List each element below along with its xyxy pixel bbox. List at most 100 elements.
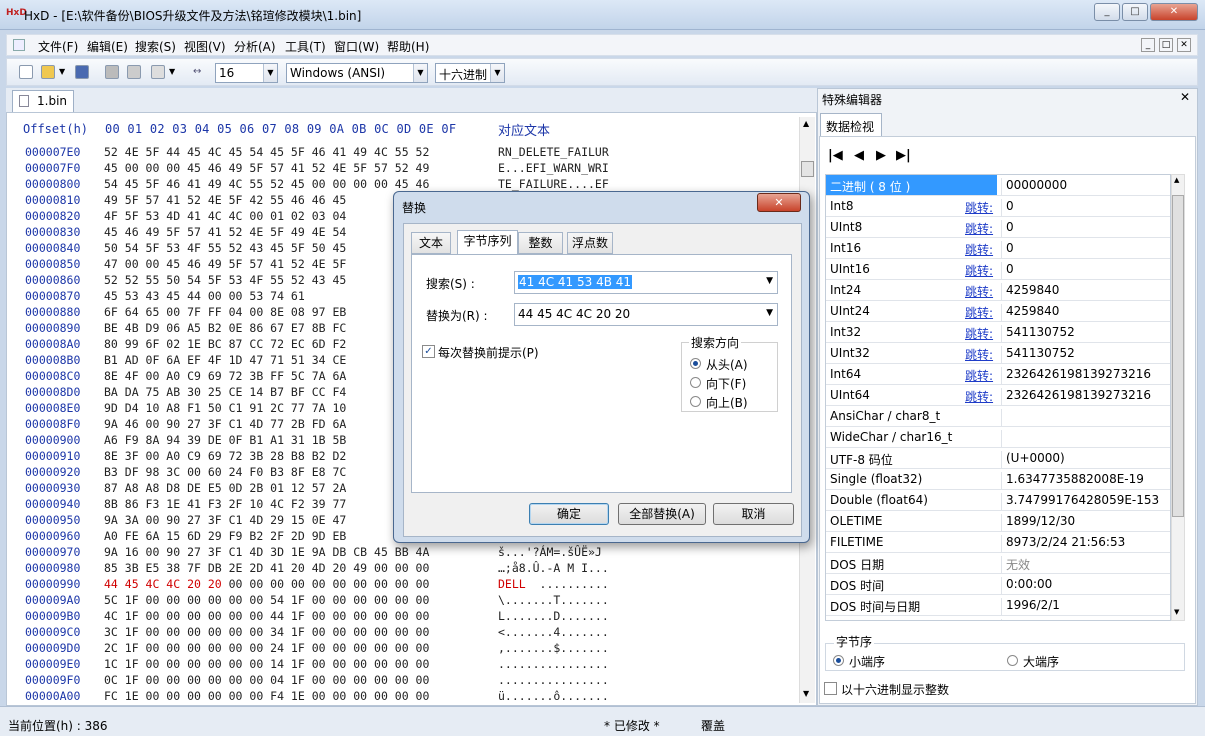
row-hex-bytes[interactable]: 8E 3F 00 A0 C9 69 72 3B 28 B8 B2 D2 [104,448,346,464]
inspector-row[interactable]: Int16 跳转: 0 [826,238,1170,261]
row-hex-bytes[interactable]: BA DA 75 AB 30 25 CE 14 B7 BF CC F4 [104,384,346,400]
row-hex-bytes[interactable]: 8B 86 F3 1E 41 F3 2F 10 4C F2 39 77 [104,496,346,512]
inspector-row[interactable]: WideChar / char16_t [826,427,1170,450]
inspector-row[interactable]: FILETIME 8973/2/24 21:56:53 [826,532,1170,555]
previous-icon[interactable]: ◀ [854,148,864,163]
row-hex-bytes[interactable]: 9A 46 00 90 27 3F C1 4D 77 2B FD 6A [104,416,346,432]
inspector-row[interactable]: 二进制 ( 8 位 ) 00000000 [826,175,1170,198]
inspector-value[interactable]: 1.6347735882008E-19 [1001,472,1170,492]
row-text[interactable]: \.......T....... [498,592,609,608]
scroll-down-icon[interactable]: ▼ [803,689,809,698]
dir-down-label[interactable]: 向下(F) [706,375,746,392]
row-hex-bytes[interactable]: 4C 1F 00 00 00 00 00 00 44 1F 00 00 00 0… [104,608,429,624]
little-endian-label[interactable]: 小端序 [849,653,885,670]
jump-link[interactable]: 跳转: [965,220,993,237]
inspector-value[interactable]: 2326426198139273216 [1001,367,1170,387]
row-hex-bytes[interactable]: 0C 1F 00 00 00 00 00 00 04 1F 00 00 00 0… [104,672,429,688]
menu-help[interactable]: 帮助(H) [387,38,429,55]
row-hex-bytes[interactable]: 45 46 49 5F 57 41 52 4E 5F 49 4E 54 [104,224,346,240]
hex-ints-label[interactable]: 以十六进制显示整数 [841,681,949,698]
row-text[interactable]: E...EFI_WARN_WRI [498,160,609,176]
inspector-value[interactable] [1001,409,1170,429]
row-hex-bytes[interactable]: 52 4E 5F 44 45 4C 45 54 45 5F 46 41 49 4… [104,144,429,160]
inspector-row[interactable]: UInt64 跳转: 2326426198139273216 [826,385,1170,408]
inspector-value[interactable]: 8973/2/24 21:56:53 [1001,535,1170,555]
row-text[interactable]: TE_FAILURE....EF [498,176,609,192]
row-hex-bytes[interactable]: 49 5F 57 41 52 4E 5F 42 55 46 46 45 [104,192,346,208]
replace-input[interactable]: 44 45 4C 4C 20 20 ▼ [514,303,778,326]
row-text[interactable]: š...'?ÁM=.šÛË»J [498,544,602,560]
jump-link[interactable]: 跳转: [965,241,993,258]
menu-window[interactable]: 窗口(W) [334,38,379,55]
inspector-value[interactable]: 1996/2/1 [1001,598,1170,618]
jump-link[interactable]: 跳转: [965,346,993,363]
inspector-row[interactable]: Int24 跳转: 4259840 [826,280,1170,303]
big-endian-radio[interactable] [1007,655,1018,666]
row-hex-bytes[interactable]: 85 3B E5 38 7F DB 2E 2D 41 20 4D 20 49 0… [104,560,429,576]
ok-button[interactable]: 确定 [529,503,609,525]
inspector-value[interactable]: 0:00:00 [1001,577,1170,597]
inspector-row[interactable]: Int32 跳转: 541130752 [826,322,1170,345]
row-hex-bytes[interactable]: 3C 1F 00 00 00 00 00 00 34 1F 00 00 00 0… [104,624,429,640]
big-endian-label[interactable]: 大端序 [1023,653,1059,670]
row-hex-bytes[interactable]: 45 53 43 45 44 00 00 53 74 61 [104,288,305,304]
dir-from-start-label[interactable]: 从头(A) [706,356,748,373]
inspector-value[interactable]: 4259840 [1001,283,1170,303]
row-text[interactable]: ü.......ô....... [498,688,609,704]
charset-select[interactable]: Windows (ANSI) ▼ [286,63,428,83]
next-icon[interactable]: ▶ [876,148,886,163]
cancel-button[interactable]: 取消 [713,503,794,525]
row-hex-bytes[interactable]: 47 00 00 45 46 49 5F 57 41 52 4E 5F [104,256,346,272]
row-hex-bytes[interactable]: B3 DF 98 3C 00 60 24 F0 B3 8F E8 7C [104,464,346,480]
inspector-row[interactable]: UInt24 跳转: 4259840 [826,301,1170,324]
row-hex-bytes[interactable]: 52 52 55 50 54 5F 53 4F 55 52 43 45 [104,272,346,288]
maximize-button[interactable]: □ [1122,3,1148,21]
inspector-row[interactable]: OLETIME 1899/12/30 [826,511,1170,534]
inspector-value[interactable]: 541130752 [1001,325,1170,345]
inspector-row[interactable]: DOS 时间与日期 1996/2/1 [826,595,1170,618]
inspector-row[interactable]: UTF-8 码位 (U+0000) [826,448,1170,471]
jump-link[interactable]: 跳转: [965,388,993,405]
inspector-row[interactable]: Double (float64) 3.74799176428059E-153 [826,490,1170,513]
menu-file[interactable]: 文件(F) [38,38,78,55]
row-hex-bytes[interactable]: 50 54 5F 53 4F 55 52 43 45 5F 50 45 [104,240,346,256]
inspector-value[interactable]: 541130752 [1001,346,1170,366]
replace-all-button[interactable]: 全部替换(A) [618,503,706,525]
row-text[interactable]: L.......D....... [498,608,609,624]
tab-float[interactable]: 浮点数 [567,232,613,254]
inspector-row[interactable]: DOS 日期 无效 [826,553,1170,576]
scroll-up-icon[interactable]: ▲ [1174,176,1179,184]
dir-from-start-radio[interactable] [690,358,701,369]
menu-analysis[interactable]: 分析(A) [234,38,276,55]
chevron-down-icon[interactable]: ▼ [59,67,65,76]
row-hex-bytes[interactable]: A0 FE 6A 15 6D 29 F9 B2 2F 2D 9D EB [104,528,346,544]
inspector-value[interactable]: 无效 [1001,556,1170,576]
chevron-down-icon[interactable]: ▼ [766,308,773,318]
inspector-row[interactable]: time_t (32 位) 1987/2/24 2:05:52 [826,616,1170,620]
close-button[interactable]: ✕ [1150,3,1198,21]
minimize-button[interactable]: _ [1094,3,1120,21]
prompt-checkbox[interactable]: ✓ [422,345,435,358]
search-input[interactable]: 41 4C 41 53 4B 41 ▼ [514,271,778,294]
inspector-value[interactable]: (U+0000) [1001,451,1170,471]
chevron-down-icon[interactable]: ▼ [169,67,175,76]
jump-link[interactable]: 跳转: [965,199,993,216]
new-file-icon[interactable] [19,65,33,79]
inspector-value[interactable]: 0 [1001,220,1170,240]
chevron-down-icon[interactable]: ▼ [766,276,773,286]
inspector-value[interactable]: 1899/12/30 [1001,514,1170,534]
open-folder-icon[interactable] [41,65,55,79]
menu-edit[interactable]: 编辑(E) [87,38,128,55]
inspector-value[interactable]: 4259840 [1001,304,1170,324]
inspector-value[interactable]: 00000000 [1001,178,1170,198]
row-hex-bytes[interactable]: B1 AD 0F 6A EF 4F 1D 47 71 51 34 CE [104,352,346,368]
inspector-row[interactable]: Int8 跳转: 0 [826,196,1170,219]
row-hex-bytes[interactable]: BE 4B D9 06 A5 B2 0E 86 67 E7 8B FC [104,320,346,336]
inspector-value[interactable]: 3.74799176428059E-153 [1001,493,1170,513]
dir-up-radio[interactable] [690,396,701,407]
inspector-value[interactable]: 0 [1001,262,1170,282]
dir-up-label[interactable]: 向上(B) [706,394,748,411]
row-text[interactable]: ................ [498,656,609,672]
dialog-close-button[interactable]: ✕ [757,193,801,212]
inspector-scrollbar[interactable]: ▲ ▼ [1171,174,1185,621]
